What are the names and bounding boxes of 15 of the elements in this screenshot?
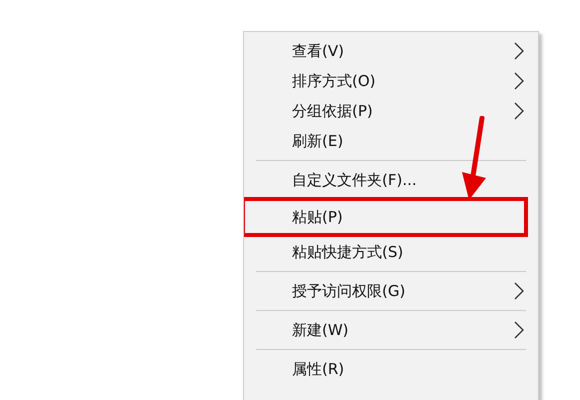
menu-item[interactable]: 自定义文件夹(F)... xyxy=(292,170,417,190)
chevron-right-icon xyxy=(514,282,524,300)
chevron-right-icon xyxy=(514,102,524,120)
menu-item[interactable]: 分组依据(P) xyxy=(292,102,373,120)
menu-item[interactable]: 粘贴(P) xyxy=(292,208,343,226)
chevron-right-icon xyxy=(514,72,524,90)
menu-item[interactable]: 授予访问权限(G) xyxy=(292,282,406,300)
menu-item[interactable]: 属性(R) xyxy=(292,360,344,378)
menu-item[interactable]: 查看(V) xyxy=(292,42,344,60)
menu-item[interactable]: 粘贴快捷方式(S) xyxy=(292,242,404,262)
chevron-right-icon xyxy=(514,42,524,60)
menu-item[interactable]: 排序方式(O) xyxy=(292,72,376,90)
menu-item[interactable]: 刷新(E) xyxy=(292,132,344,150)
chevron-right-icon xyxy=(514,321,524,339)
menu-item[interactable]: 新建(W) xyxy=(292,320,349,340)
